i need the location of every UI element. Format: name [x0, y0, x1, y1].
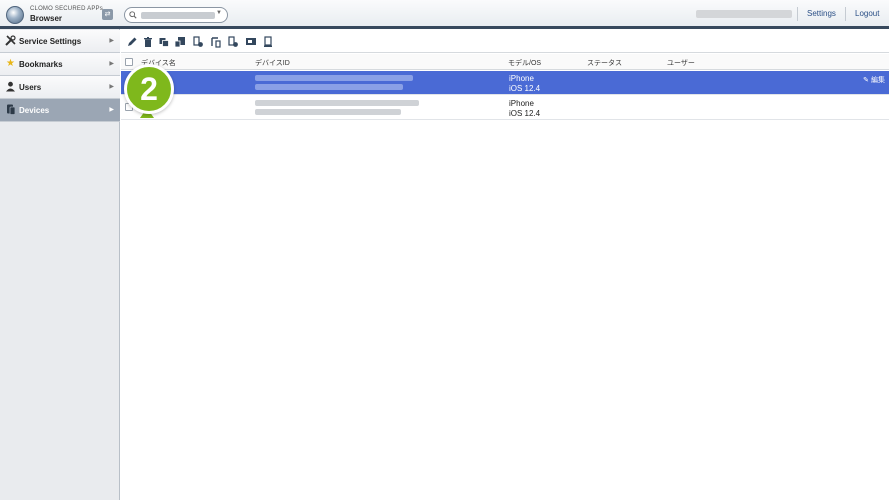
device-info-icon[interactable] [262, 36, 274, 48]
edit-button[interactable]: ✎ 編集 [863, 75, 885, 85]
sidebar-item-users[interactable]: Users ▶ [0, 76, 120, 99]
sidebar-item-label: Bookmarks [19, 60, 63, 69]
app-name: Browser [30, 14, 63, 23]
table-row[interactable]: iPhone iOS 12.4 [121, 96, 889, 120]
device-os: iOS 12.4 [509, 109, 541, 118]
device-model: iPhone [509, 74, 534, 83]
column-header-user[interactable]: ユーザー [667, 58, 695, 68]
device-id-redacted [255, 100, 419, 106]
select-all-checkbox[interactable] [125, 58, 133, 66]
chevron-right-icon: ▶ [109, 107, 114, 113]
chevron-right-icon: ▶ [109, 38, 114, 44]
search-icon [129, 11, 137, 19]
logout-link[interactable]: Logout [855, 9, 879, 18]
device-transfer-icon[interactable] [210, 36, 222, 48]
device-icon [5, 104, 16, 115]
sidebar-item-label: Devices [19, 106, 50, 115]
column-header-status[interactable]: ステータス [587, 58, 622, 68]
sidebar-item-bookmarks[interactable]: ★ Bookmarks ▶ [0, 53, 120, 76]
device-lock-icon[interactable] [174, 36, 186, 48]
divider [797, 7, 798, 21]
sidebar-item-devices[interactable]: Devices ▶ [0, 99, 120, 122]
device-id-redacted [255, 75, 413, 81]
step-number: 2 [140, 71, 158, 107]
device-export-icon[interactable] [192, 36, 204, 48]
app-switch-icon[interactable]: ⇄ [102, 9, 113, 20]
search-value-redacted [141, 12, 215, 19]
table-header: デバイス名 デバイスID モデル/OS ステータス ユーザー [121, 54, 889, 70]
user-icon [5, 81, 16, 92]
sidebar-item-label: Users [19, 83, 42, 92]
sidebar-item-label: Service Settings [19, 37, 82, 46]
device-id-redacted [255, 84, 403, 90]
search-field[interactable]: ▼ [124, 7, 228, 23]
chevron-right-icon: ▶ [109, 61, 114, 67]
chevron-down-icon[interactable]: ▼ [216, 10, 222, 16]
chevron-right-icon: ▶ [109, 84, 114, 90]
pencil-icon: ✎ [863, 77, 870, 84]
device-id-redacted [255, 109, 401, 115]
settings-link[interactable]: Settings [807, 9, 836, 18]
brand-line: CLOMO SECURED APPs [30, 6, 103, 12]
table-row[interactable]: iPhone iOS 12.4 ✎ 編集 [121, 71, 889, 95]
divider [845, 7, 846, 21]
account-name-redacted [696, 10, 792, 18]
device-reset-icon[interactable] [227, 36, 239, 48]
device-screen-icon[interactable] [245, 36, 257, 48]
sync-devices-icon[interactable] [158, 36, 170, 48]
sidebar: Service Settings ▶ ★ Bookmarks ▶ Users ▶… [0, 29, 120, 500]
trash-icon[interactable] [142, 36, 154, 48]
device-model: iPhone [509, 99, 534, 108]
sidebar-item-service-settings[interactable]: Service Settings ▶ [0, 30, 120, 53]
app-header: CLOMO SECURED APPs Browser ⇄ ▼ Settings … [0, 0, 889, 29]
globe-logo-icon [6, 6, 24, 24]
wrench-icon [5, 35, 16, 46]
device-os: iOS 12.4 [509, 84, 541, 93]
toolbar [121, 32, 889, 53]
column-header-model-os[interactable]: モデル/OS [508, 58, 541, 68]
column-header-device-id[interactable]: デバイスID [255, 58, 290, 68]
step-callout-badge: 2 [124, 64, 174, 114]
edit-label: 編集 [871, 77, 885, 84]
pencil-icon[interactable] [126, 36, 138, 48]
star-icon: ★ [6, 58, 15, 69]
